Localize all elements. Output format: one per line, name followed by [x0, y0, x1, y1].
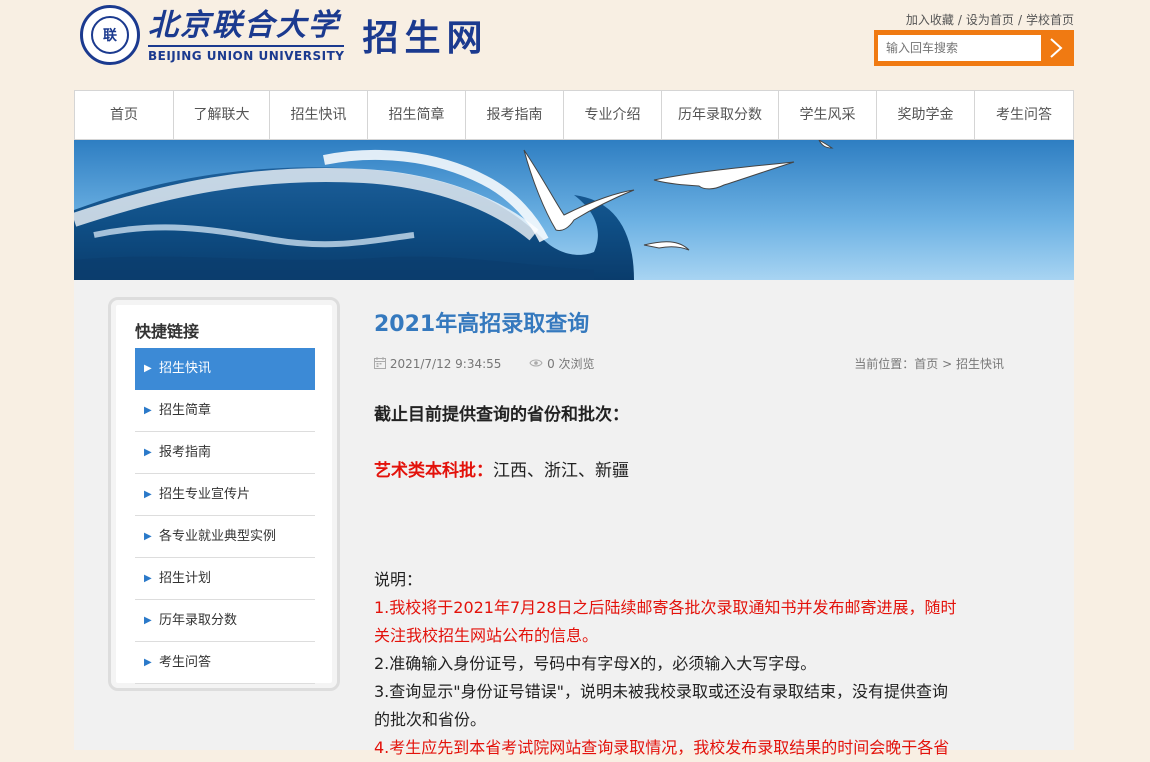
school-name-en: BEIJING UNION UNIVERSITY: [148, 45, 345, 63]
breadcrumb-current-link[interactable]: 招生快讯: [956, 357, 1004, 371]
view-count: 0 次浏览: [529, 357, 606, 371]
art-batch-label: 艺术类本科批：: [374, 461, 493, 481]
nav-item-about[interactable]: 了解联大: [174, 91, 270, 139]
sidebar-item-label: 报考指南: [159, 445, 212, 460]
ocean-wave-seagulls-illustration: [74, 140, 1074, 280]
art-batch-provinces: 江西、浙江、新疆: [493, 461, 629, 481]
link-separator: /: [1017, 13, 1022, 27]
sidebar-item-label: 招生快讯: [159, 361, 212, 376]
chevron-right-icon: [1049, 38, 1062, 58]
sidebar-item-employment-cases[interactable]: ▶ 各专业就业典型实例: [135, 516, 315, 558]
nav-item-scholarships[interactable]: 奖助学金: [877, 91, 975, 139]
university-seal-icon: 联: [80, 5, 140, 65]
article-meta: 2021/7/12 9:34:55 0 次浏览 当前位置：首页 > 招生快讯: [374, 355, 1004, 372]
notes: 说明： 1.我校将于2021年7月28日之后陆续邮寄各批次录取通知书并发布邮寄进…: [374, 566, 1034, 762]
sidebar-item-label: 各专业就业典型实例: [159, 529, 277, 544]
sidebar-item-promo-video[interactable]: ▶ 招生专业宣传片: [135, 474, 315, 516]
sidebar-item-label: 招生计划: [159, 571, 212, 586]
query-availability-heading: 截止目前提供查询的省份和批次：: [374, 405, 629, 425]
play-arrow-icon: ▶: [144, 657, 152, 668]
nav-item-scores[interactable]: 历年录取分数: [662, 91, 779, 139]
university-logo[interactable]: 联 北京联合大学 BEIJING UNION UNIVERSITY 招生网: [80, 5, 488, 65]
nav-item-qa[interactable]: 考生问答: [975, 91, 1073, 139]
sidebar-item-guide[interactable]: ▶ 报考指南: [135, 432, 315, 474]
quick-links-panel: 快捷链接 ▶ 招生快讯 ▶ 招生简章 ▶ 报考指南 ▶ 招生专业宣传片 ▶ 各专…: [108, 297, 340, 691]
art-batch-line: 艺术类本科批：江西、浙江、新疆: [374, 456, 629, 481]
school-homepage-link[interactable]: 学校首页: [1026, 13, 1074, 27]
seal-center: 联: [91, 16, 129, 54]
play-arrow-icon: ▶: [144, 447, 152, 458]
quick-links-title: 快捷链接: [135, 322, 200, 341]
nav-item-home[interactable]: 首页: [75, 91, 174, 139]
note-title: 说明：: [374, 570, 423, 589]
calendar-icon: [374, 357, 386, 369]
publish-datetime: 2021/7/12 9:34:55: [389, 357, 502, 371]
nav-item-students[interactable]: 学生风采: [779, 91, 877, 139]
play-arrow-icon: ▶: [144, 573, 152, 584]
sidebar-item-news[interactable]: ▶ 招生快讯: [135, 348, 315, 390]
view-count-label: 0 次浏览: [547, 357, 595, 371]
search-box: [874, 30, 1074, 66]
sidebar-item-label: 招生专业宣传片: [159, 487, 251, 502]
school-name-block: 北京联合大学 BEIJING UNION UNIVERSITY: [148, 7, 345, 63]
sidebar-item-label: 招生简章: [159, 403, 212, 418]
note-1-line-2: 关注我校招生网站公布的信息。: [374, 626, 599, 645]
school-name-cn: 北京联合大学: [148, 8, 340, 43]
main-content: 快捷链接 ▶ 招生快讯 ▶ 招生简章 ▶ 报考指南 ▶ 招生专业宣传片 ▶ 各专…: [74, 280, 1074, 757]
nav-item-news[interactable]: 招生快讯: [270, 91, 368, 139]
note-3-line-1: 3.查询显示"身份证号错误"，说明未被我校录取或还没有录取结束，没有提供查询: [374, 682, 948, 701]
banner-image: [74, 140, 1074, 280]
add-favorite-link[interactable]: 加入收藏: [906, 13, 954, 27]
top-links: 加入收藏 / 设为首页 / 学校首页: [906, 11, 1074, 28]
breadcrumb-separator: >: [942, 357, 953, 371]
breadcrumb: 当前位置：首页 > 招生快讯: [854, 355, 1004, 372]
sidebar-item-qa[interactable]: ▶ 考生问答: [135, 642, 315, 684]
article-title: 2021年高招录取查询: [374, 312, 590, 337]
nav-item-brochure[interactable]: 招生简章: [368, 91, 466, 139]
nav-item-guide[interactable]: 报考指南: [466, 91, 564, 139]
publish-date: 2021/7/12 9:34:55: [374, 357, 517, 371]
sidebar-item-enrollment-plan[interactable]: ▶ 招生计划: [135, 558, 315, 600]
link-separator: /: [957, 13, 962, 27]
breadcrumb-prefix: 当前位置：: [854, 357, 915, 371]
eye-icon: [529, 359, 543, 367]
sidebar-item-past-scores[interactable]: ▶ 历年录取分数: [135, 600, 315, 642]
search-button[interactable]: [1041, 35, 1070, 61]
note-2: 2.准确输入身份证号，号码中有字母X的，必须输入大写字母。: [374, 654, 817, 673]
play-arrow-icon: ▶: [144, 405, 152, 416]
note-3-line-2: 的批次和省份。: [374, 710, 487, 729]
sidebar-item-label: 考生问答: [159, 655, 212, 670]
quick-links-list: ▶ 招生快讯 ▶ 招生简章 ▶ 报考指南 ▶ 招生专业宣传片 ▶ 各专业就业典型…: [135, 348, 315, 684]
play-arrow-icon: ▶: [144, 531, 152, 542]
note-4-line-1: 4.考生应先到本省考试院网站查询录取情况，我校发布录取结果的时间会晚于各省: [374, 738, 950, 757]
site-header: 联 北京联合大学 BEIJING UNION UNIVERSITY 招生网 加入…: [74, 0, 1074, 90]
search-input[interactable]: [878, 35, 1041, 61]
sidebar-item-label: 历年录取分数: [159, 613, 238, 628]
play-arrow-icon: ▶: [144, 363, 152, 374]
breadcrumb-home-link[interactable]: 首页: [914, 357, 938, 371]
play-arrow-icon: ▶: [144, 615, 152, 626]
play-arrow-icon: ▶: [144, 489, 152, 500]
nav-item-majors[interactable]: 专业介绍: [564, 91, 662, 139]
main-nav: 首页 了解联大 招生快讯 招生简章 报考指南 专业介绍 历年录取分数 学生风采 …: [74, 90, 1074, 140]
sidebar-item-brochure[interactable]: ▶ 招生简章: [135, 390, 315, 432]
note-1-line-1: 1.我校将于2021年7月28日之后陆续邮寄各批次录取通知书并发布邮寄进展，随时: [374, 598, 957, 617]
set-homepage-link[interactable]: 设为首页: [966, 13, 1014, 27]
site-name: 招生网: [362, 17, 489, 59]
